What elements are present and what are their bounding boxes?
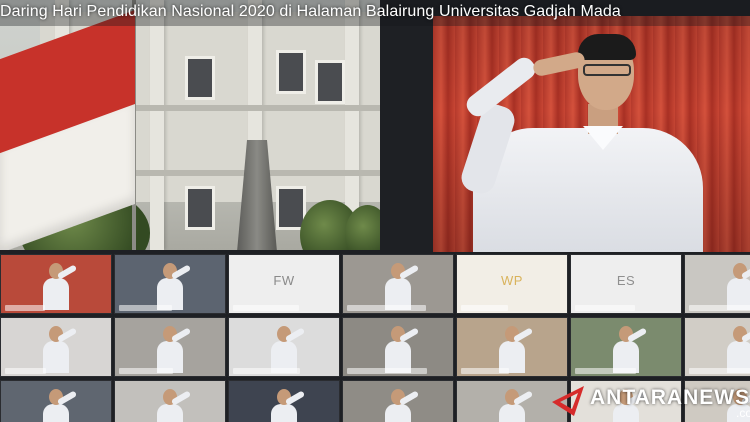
participant-tile[interactable]: ES bbox=[570, 254, 682, 314]
participant-tile[interactable] bbox=[114, 380, 226, 422]
participant-figure bbox=[498, 389, 533, 422]
speaker-hair bbox=[578, 34, 636, 60]
participant-figure bbox=[42, 326, 77, 374]
participant-figure bbox=[156, 326, 191, 374]
participant-tile[interactable] bbox=[228, 380, 340, 422]
participant-name-label bbox=[5, 305, 45, 311]
figure-body bbox=[384, 404, 411, 422]
participant-figure bbox=[726, 263, 750, 311]
participant-tile[interactable] bbox=[684, 317, 750, 377]
participant-tile[interactable] bbox=[342, 317, 454, 377]
building-window bbox=[315, 60, 345, 104]
antaranews-logo-icon bbox=[552, 386, 584, 416]
participant-tile[interactable] bbox=[684, 254, 750, 314]
participant-tile[interactable] bbox=[0, 317, 112, 377]
participant-video-flag-ceremony[interactable] bbox=[0, 0, 380, 250]
participant-initials: WP bbox=[501, 273, 523, 288]
participant-tile[interactable] bbox=[570, 317, 682, 377]
participant-initials: ES bbox=[616, 273, 636, 288]
participant-name-label bbox=[689, 368, 750, 374]
participant-name-label bbox=[347, 305, 426, 311]
participant-tile[interactable] bbox=[114, 317, 226, 377]
participant-figure bbox=[270, 389, 305, 422]
participant-name-label bbox=[347, 368, 427, 374]
participant-name-label bbox=[461, 305, 508, 311]
participant-figure bbox=[498, 326, 533, 374]
watermark-suffix: .com bbox=[736, 406, 750, 420]
participant-name-label bbox=[575, 305, 635, 311]
participant-figure bbox=[42, 389, 77, 422]
participant-name-label bbox=[5, 368, 46, 374]
building-window bbox=[276, 50, 306, 94]
building-window bbox=[185, 186, 215, 230]
figure-body bbox=[498, 404, 525, 422]
participant-figure bbox=[156, 389, 191, 422]
participant-name-label bbox=[233, 368, 300, 374]
participant-tile[interactable] bbox=[228, 317, 340, 377]
participant-figure bbox=[42, 263, 77, 311]
participant-figure bbox=[384, 389, 419, 422]
title-banner: Daring Hari Pendidikan Nasional 2020 di … bbox=[0, 0, 750, 26]
event-title: Daring Hari Pendidikan Nasional 2020 di … bbox=[0, 3, 621, 20]
participant-tile[interactable] bbox=[0, 254, 112, 314]
participant-figure bbox=[384, 326, 419, 374]
figure-body bbox=[42, 341, 69, 374]
building-column bbox=[150, 0, 164, 250]
building-window bbox=[185, 56, 215, 100]
participant-tile[interactable] bbox=[342, 380, 454, 422]
participant-tile[interactable]: WP bbox=[456, 254, 568, 314]
participant-tile[interactable]: FW bbox=[228, 254, 340, 314]
participant-name-label bbox=[119, 368, 173, 374]
participant-figure bbox=[270, 326, 305, 374]
speaker-glasses bbox=[583, 64, 631, 76]
participant-initials: FW bbox=[273, 273, 295, 288]
participant-tile[interactable] bbox=[0, 380, 112, 422]
participant-name-label bbox=[689, 305, 750, 311]
participant-video-speaker[interactable] bbox=[433, 16, 750, 252]
participant-figure bbox=[612, 326, 647, 374]
participant-tile[interactable] bbox=[456, 317, 568, 377]
speaker-shirt bbox=[473, 128, 703, 252]
figure-body bbox=[156, 404, 183, 422]
participant-name-label bbox=[575, 368, 636, 374]
figure-body bbox=[42, 278, 69, 311]
participant-figure bbox=[726, 326, 750, 374]
participant-tile[interactable] bbox=[114, 254, 226, 314]
figure-body bbox=[42, 404, 69, 422]
video-conference-frame: Daring Hari Pendidikan Nasional 2020 di … bbox=[0, 0, 750, 422]
participant-figure bbox=[156, 263, 191, 311]
participant-name-label bbox=[461, 368, 509, 374]
participant-tile[interactable] bbox=[342, 254, 454, 314]
antaranews-watermark: ANTARANEWS .com bbox=[548, 380, 750, 422]
figure-body bbox=[270, 404, 297, 422]
watermark-brand: ANTARANEWS bbox=[590, 386, 750, 409]
participant-name-label bbox=[119, 305, 172, 311]
participant-figure bbox=[384, 263, 419, 311]
participant-name-label bbox=[233, 305, 299, 311]
